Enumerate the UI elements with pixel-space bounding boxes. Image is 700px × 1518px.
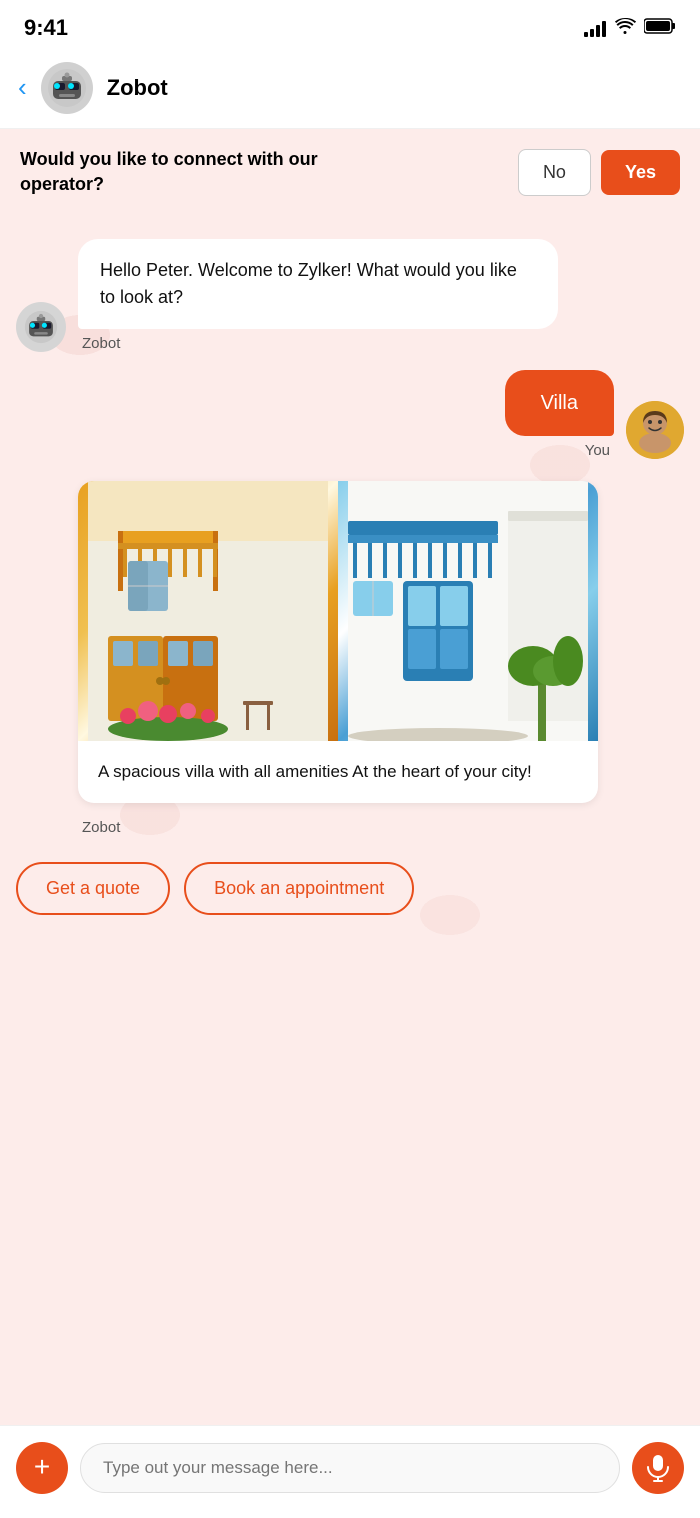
bot-message-welcome: Hello Peter. Welcome to Zylker! What wou… bbox=[16, 239, 684, 352]
villa-description: A spacious villa with all amenities At t… bbox=[78, 741, 598, 803]
signal-icon bbox=[584, 19, 606, 37]
mic-icon bbox=[646, 1454, 670, 1482]
chat-area: Hello Peter. Welcome to Zylker! What wou… bbox=[0, 215, 700, 1425]
bot-bubble-text: Hello Peter. Welcome to Zylker! What wou… bbox=[78, 239, 558, 329]
back-button[interactable]: ‹ bbox=[18, 74, 27, 100]
bot-bubble-wrap: Hello Peter. Welcome to Zylker! What wou… bbox=[78, 239, 558, 352]
user-bubble-text: Villa bbox=[505, 370, 614, 436]
user-bubble-wrap: Villa You bbox=[505, 370, 614, 459]
user-message-villa: Villa You bbox=[16, 370, 684, 459]
banner-buttons: No Yes bbox=[518, 149, 680, 196]
operator-banner: Would you like to connect with our opera… bbox=[0, 129, 700, 215]
input-area: + bbox=[0, 1425, 700, 1518]
battery-icon bbox=[644, 17, 676, 40]
user-avatar bbox=[626, 401, 684, 459]
operator-question: Would you like to connect with our opera… bbox=[20, 147, 360, 197]
wifi-icon bbox=[614, 18, 636, 39]
status-icons bbox=[584, 17, 676, 40]
status-time: 9:41 bbox=[24, 15, 68, 41]
bot-sender-label: Zobot bbox=[78, 335, 124, 352]
header-nav: ‹ Zobot bbox=[0, 52, 700, 129]
book-appointment-button[interactable]: Book an appointment bbox=[184, 862, 414, 915]
no-button[interactable]: No bbox=[518, 149, 591, 196]
user-sender-label: You bbox=[581, 442, 614, 459]
villa-card: A spacious villa with all amenities At t… bbox=[78, 481, 598, 803]
bot-avatar-chat bbox=[16, 302, 66, 352]
get-quote-button[interactable]: Get a quote bbox=[16, 862, 170, 915]
villa-sender-label: Zobot bbox=[78, 819, 124, 836]
plus-icon: + bbox=[34, 1453, 50, 1481]
bot-name: Zobot bbox=[107, 75, 168, 101]
villa-image-right bbox=[338, 481, 598, 741]
villa-images bbox=[78, 481, 598, 741]
bot-avatar-header bbox=[41, 62, 93, 114]
mic-button[interactable] bbox=[632, 1442, 684, 1494]
message-input[interactable] bbox=[80, 1443, 620, 1493]
add-button[interactable]: + bbox=[16, 1442, 68, 1494]
action-buttons: Get a quote Book an appointment bbox=[16, 846, 684, 923]
yes-button[interactable]: Yes bbox=[601, 150, 680, 195]
villa-image-left bbox=[78, 481, 338, 741]
status-bar: 9:41 bbox=[0, 0, 700, 52]
